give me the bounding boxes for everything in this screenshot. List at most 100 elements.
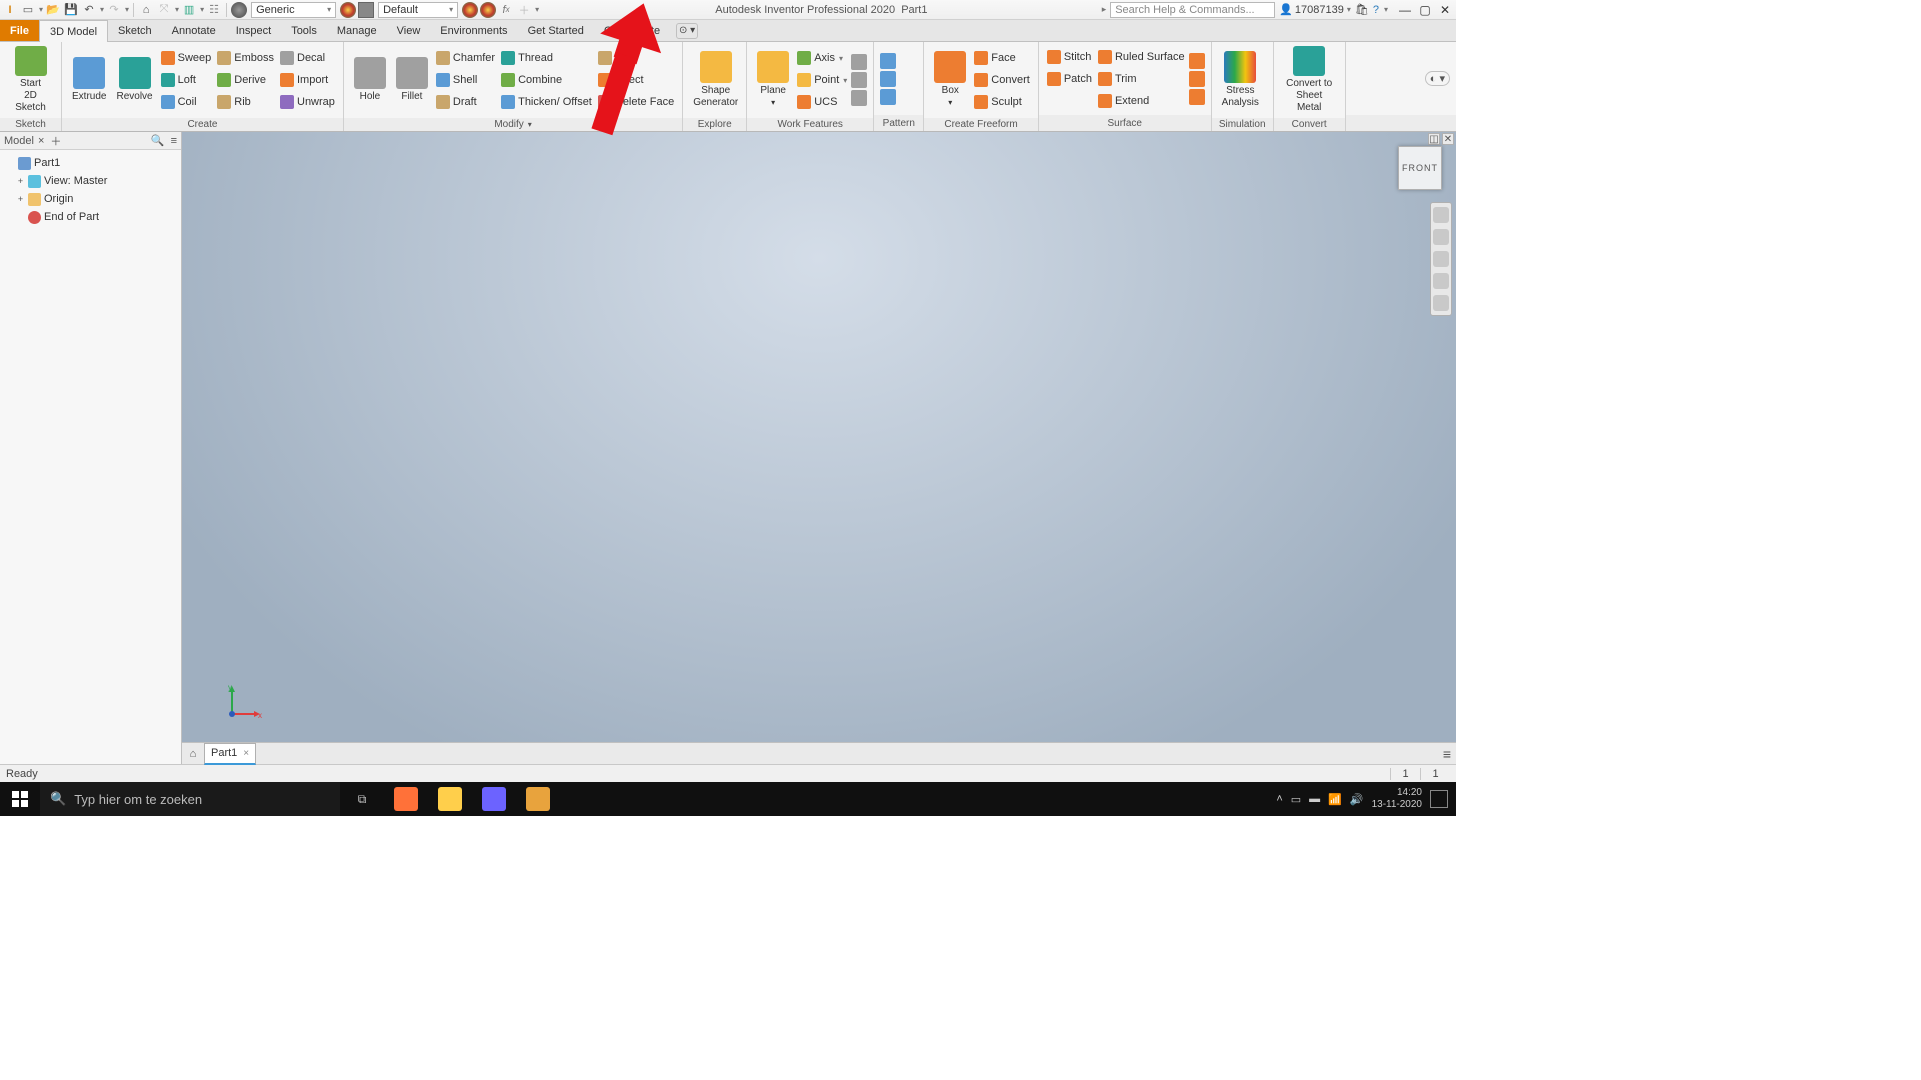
face-button[interactable]: Face <box>972 48 1032 68</box>
browser-tree[interactable]: Part1+View: Master+OriginEnd of Part <box>0 150 181 764</box>
hole-button[interactable]: Hole <box>350 44 390 116</box>
appearance-dropdown[interactable]: Default▾ <box>378 2 458 18</box>
tray-battery-icon[interactable]: ▬ <box>1309 793 1320 805</box>
tray-notifications-icon[interactable] <box>1430 790 1448 808</box>
system-tray[interactable]: ˄ ▭ ▬ 📶 🔊 14:2013-11-2020 <box>1268 787 1456 811</box>
home-icon[interactable]: ⌂ <box>138 2 154 18</box>
derive-button[interactable]: Derive <box>215 70 276 90</box>
tab-collaborate[interactable]: Collaborate <box>594 20 670 41</box>
properties-icon[interactable]: ☷ <box>206 2 222 18</box>
import-button[interactable]: Import <box>278 70 337 90</box>
tab-get-started[interactable]: Get Started <box>518 20 594 41</box>
draft-button[interactable]: Draft <box>434 92 497 112</box>
fillet-button[interactable]: Fillet <box>392 44 432 116</box>
stitch-button[interactable]: Stitch <box>1045 47 1094 67</box>
work-extra-3-icon[interactable] <box>851 90 867 106</box>
chamfer-button[interactable]: Chamfer <box>434 48 497 68</box>
material-dropdown[interactable]: Generic▾ <box>251 2 336 18</box>
material-sphere-icon[interactable] <box>231 2 247 18</box>
stress-analysis-button[interactable]: Stress Analysis <box>1218 44 1263 116</box>
rib-button[interactable]: Rib <box>215 92 276 112</box>
doc-tab-home[interactable]: ⌂ <box>182 743 204 765</box>
surface-extra-2-icon[interactable] <box>1189 71 1205 87</box>
fx-parameters-icon[interactable]: fx <box>498 2 514 18</box>
tab-file[interactable]: File <box>0 20 39 41</box>
doc-tab-close-icon[interactable]: × <box>243 748 249 759</box>
tray-display-icon[interactable]: ▭ <box>1291 793 1301 806</box>
circ-pattern-icon[interactable] <box>880 71 896 87</box>
convert-freeform-button[interactable]: Convert <box>972 70 1032 90</box>
assembly-icon[interactable]: ▥ <box>181 2 197 18</box>
viewport-close-icon[interactable]: ✕ <box>1442 133 1454 145</box>
work-extra-2-icon[interactable] <box>851 72 867 88</box>
rect-pattern-icon[interactable] <box>880 53 896 69</box>
maximize-button[interactable]: ▢ <box>1418 3 1432 17</box>
browser-tab-close-icon[interactable]: × <box>38 135 44 147</box>
extrude-button[interactable]: Extrude <box>68 44 110 116</box>
appearance-chip-icon[interactable] <box>358 2 374 18</box>
coil-button[interactable]: Coil <box>159 92 214 112</box>
split-button[interactable]: Split <box>596 48 676 68</box>
shape-generator-button[interactable]: Shape Generator <box>689 44 742 116</box>
tab-manage[interactable]: Manage <box>327 20 387 41</box>
tree-item[interactable]: End of Part <box>2 208 179 226</box>
taskbar-explorer[interactable] <box>428 782 472 816</box>
nav-orbit-icon[interactable] <box>1433 273 1449 289</box>
taskbar-firefox[interactable] <box>384 782 428 816</box>
browser-tab-add-icon[interactable]: ＋ <box>50 133 61 149</box>
viewport-canvas[interactable]: ◫ ✕ FRONT x y <box>182 132 1456 764</box>
tree-item[interactable]: +View: Master <box>2 172 179 190</box>
revolve-button[interactable]: Revolve <box>112 44 156 116</box>
ribbon-expand-icon[interactable]: ◐ ▾ <box>1425 71 1450 86</box>
convert-sheet-metal-button[interactable]: Convert to Sheet Metal <box>1280 44 1339 116</box>
nav-home-icon[interactable] <box>1433 207 1449 223</box>
tree-expander-icon[interactable]: + <box>16 194 25 204</box>
qat-customize-dropdown[interactable]: ▾ <box>535 5 539 14</box>
mirror-icon[interactable] <box>880 89 896 105</box>
start-button[interactable] <box>0 782 40 816</box>
tab-view[interactable]: View <box>387 20 431 41</box>
save-file-icon[interactable]: 💾 <box>63 2 79 18</box>
nav-lookat-icon[interactable] <box>1433 295 1449 311</box>
surface-extra-3-icon[interactable] <box>1189 89 1205 105</box>
unwrap-button[interactable]: Unwrap <box>278 92 337 112</box>
start-2d-sketch-button[interactable]: Start 2D Sketch <box>6 44 55 116</box>
viewport-split-icon[interactable]: ◫ <box>1428 133 1440 145</box>
appearance-adj1-icon[interactable] <box>462 2 478 18</box>
point-button[interactable]: Point ▾ <box>795 70 849 90</box>
help-icon[interactable]: ? <box>1373 4 1379 16</box>
search-expand-icon[interactable]: ▸ <box>1102 4 1107 15</box>
axis-button[interactable]: Axis ▾ <box>795 48 849 68</box>
tab-annotate[interactable]: Annotate <box>162 20 226 41</box>
plane-button[interactable]: Plane▾ <box>753 44 793 116</box>
tray-volume-icon[interactable]: 🔊 <box>1350 793 1364 806</box>
nav-zoom-icon[interactable] <box>1433 251 1449 267</box>
patch-button[interactable]: Patch <box>1045 69 1094 89</box>
sculpt-button[interactable]: Sculpt <box>972 92 1032 112</box>
combine-button[interactable]: Combine <box>499 70 594 90</box>
surface-extra-1-icon[interactable] <box>1189 53 1205 69</box>
open-file-icon[interactable]: 📂 <box>45 2 61 18</box>
user-account[interactable]: 👤 17087139▾ <box>1279 3 1351 16</box>
viewcube[interactable]: FRONT <box>1398 146 1442 190</box>
redo-icon[interactable]: ↷ <box>106 2 122 18</box>
loft-button[interactable]: Loft <box>159 70 214 90</box>
new-file-icon[interactable]: ▭ <box>20 2 36 18</box>
emboss-button[interactable]: Emboss <box>215 48 276 68</box>
decal-button[interactable]: Decal <box>278 48 337 68</box>
favorites-icon[interactable]: 🛍 <box>1355 3 1369 16</box>
box-button[interactable]: Box▾ <box>930 44 970 116</box>
doc-tabs-menu-icon[interactable]: ≡ <box>1438 746 1456 762</box>
browser-menu-icon[interactable]: ≡ <box>171 135 177 147</box>
appearance-sphere-icon[interactable] <box>340 2 356 18</box>
panel-title-modify[interactable]: Modify ▾ <box>344 118 682 131</box>
doc-tab-part1[interactable]: Part1× <box>204 743 256 765</box>
team-web-icon[interactable]: ⤧ <box>156 2 172 18</box>
taskbar-snip[interactable] <box>472 782 516 816</box>
help-search-input[interactable]: Search Help & Commands... <box>1110 2 1275 18</box>
nav-pan-icon[interactable] <box>1433 229 1449 245</box>
tree-item[interactable]: +Origin <box>2 190 179 208</box>
ucs-button[interactable]: UCS <box>795 92 849 112</box>
tab-inspect[interactable]: Inspect <box>226 20 281 41</box>
thicken-offset-button[interactable]: Thicken/ Offset <box>499 92 594 112</box>
